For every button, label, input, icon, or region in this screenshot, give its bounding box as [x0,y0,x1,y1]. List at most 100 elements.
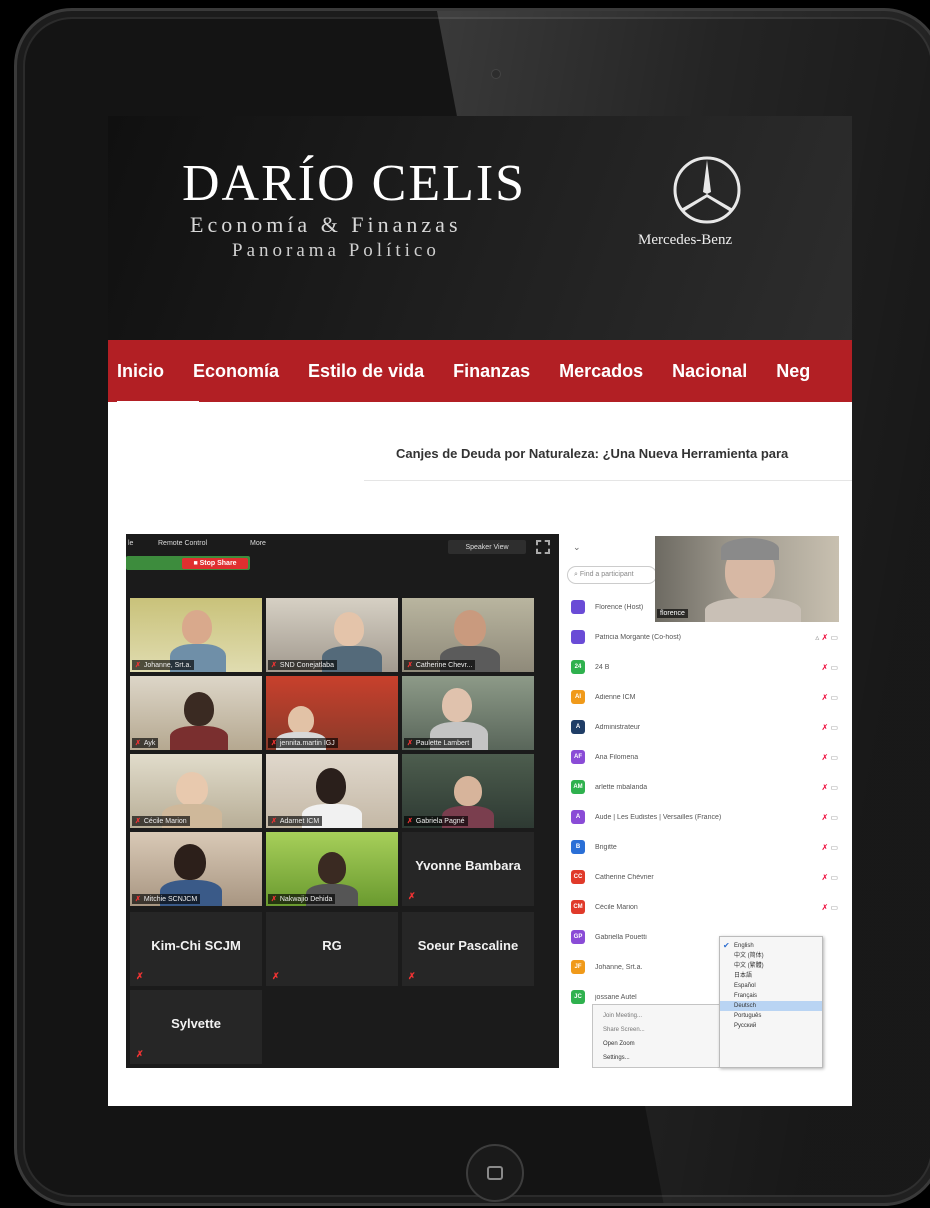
nav-item-inicio[interactable]: Inicio [117,361,200,402]
participant-name: Catherine Chévrier [595,873,654,881]
sponsor-name: Mercedes-Benz [638,232,733,248]
participant-name: Ayk [143,740,156,747]
video-tile[interactable]: ✗ Johanne, Srt.a. [130,598,262,672]
participant-avatar: AF [571,750,585,764]
zoom-gallery-view: le Remote Control More ■ Stop Share Spea… [126,534,559,1068]
participant-name: 24 B [595,663,610,671]
language-option[interactable]: Русский [720,1021,822,1031]
participant-status-icons: ✗ ▭ [821,872,838,882]
participant-name: Nakwajio Dehida [279,896,333,903]
nav-item-nacional[interactable]: Nacional [672,361,747,382]
participant-status-icons: ▵ ✗ ▭ [815,632,838,642]
collapse-chevron-icon[interactable]: ⌄ [573,542,581,553]
toolbar-menu-remote-control[interactable]: Remote Control [158,540,207,547]
news-ticker-headline[interactable]: Canjes de Deuda por Naturaleza: ¿Una Nue… [396,446,788,461]
language-option[interactable]: Français [720,991,822,1001]
language-option[interactable]: 中文 (简体) [720,951,822,961]
participant-avatar: AM [571,780,585,794]
participant-row[interactable]: A Aude | Les Eudistes | Versailles (Fran… [567,802,852,832]
language-option[interactable]: Português [720,1011,822,1021]
participant-status-icons: ✗ ▭ [821,722,838,732]
video-tile-off[interactable]: Sylvette ✗ [130,990,262,1064]
home-button[interactable] [466,1144,524,1202]
participant-name: Sylvette [171,1016,221,1031]
video-tile[interactable]: ✗ Catherine Chevr... [402,598,534,672]
participant-avatar: CC [571,870,585,884]
video-tile[interactable]: ✗ SND Conejatlaba [266,598,398,672]
nav-item-negocios[interactable]: Neg [776,361,810,382]
participant-avatar: A [571,720,585,734]
language-option-selected[interactable]: Deutsch [720,1001,822,1011]
participant-row[interactable]: CC Catherine Chévrier ✗ ▭ [567,862,852,892]
participant-name: Paulette Lambert [415,740,470,747]
participant-avatar: 24 [571,660,585,674]
context-item-join-meeting[interactable]: Join Meeting... [593,1009,719,1023]
participant-search-input[interactable]: ⌕ Find a participant [567,566,657,584]
toolbar-menu-more[interactable]: More [250,540,266,547]
participant-row[interactable]: 24 24 B ✗ ▭ [567,652,852,682]
nav-item-mercados[interactable]: Mercados [559,361,643,382]
participant-row[interactable]: B Brigitte ✗ ▭ [567,832,852,862]
participant-avatar [571,600,585,614]
participant-avatar: CM [571,900,585,914]
participant-row[interactable]: AI Adienne ICM ✗ ▭ [567,682,852,712]
zoom-meeting-screenshot: le Remote Control More ■ Stop Share Spea… [126,534,852,1068]
toolbar-menu-share[interactable]: le [128,540,133,547]
participant-name: Mitchie SCNJCM [143,896,198,903]
participant-row[interactable]: Patricia Morgante (Co-host) ▵ ✗ ▭ [567,622,852,652]
stop-share-button[interactable]: ■ Stop Share [182,558,248,569]
participant-row[interactable]: AF Ana Filomena ✗ ▭ [567,742,852,772]
participant-row[interactable]: A Administrateur ✗ ▭ [567,712,852,742]
participant-name: RG [322,938,342,953]
participant-row[interactable]: Florence (Host) [567,592,852,622]
participant-name: Johanne, Srt.a. [143,662,192,669]
participant-row[interactable]: AM arlette mbalanda ✗ ▭ [567,772,852,802]
video-tile-off[interactable]: Kim-Chi SCJM ✗ [130,912,262,986]
front-camera [491,69,501,79]
speaker-view-button[interactable]: Speaker View [448,540,526,554]
brand-subtitle-2: Panorama Político [232,240,440,261]
language-option[interactable]: ✔ English [720,941,822,951]
language-option[interactable]: Español [720,981,822,991]
video-tile[interactable]: ✗ Nakwajio Dehida [266,832,398,906]
site-masthead: DARÍO CELIS Economía & Finanzas Panorama… [108,116,852,340]
video-tile-off[interactable]: Yvonne Bambara ✗ [402,832,534,906]
context-item-settings[interactable]: Settings... [593,1051,719,1065]
video-tile-off[interactable]: RG ✗ [266,912,398,986]
participant-name: Administrateur [595,723,641,731]
video-tile[interactable]: ✗ jennita.martin IGJ [266,676,398,750]
context-item-open-zoom[interactable]: Open Zoom [593,1037,719,1051]
participant-name: Cécile Marion [595,903,638,911]
nav-item-estilo-de-vida[interactable]: Estilo de vida [308,361,424,382]
participant-name: jennita.martin IGJ [279,740,335,747]
mercedes-star-icon[interactable] [671,154,743,226]
participant-name: Soeur Pascaline [417,938,519,953]
tray-context-menu: Join Meeting... Share Screen... Open Zoo… [592,1004,720,1068]
fullscreen-icon[interactable] [536,540,550,554]
language-option[interactable]: 日本語 [720,971,822,981]
video-tile[interactable]: ✗ Cécile Marion [130,754,262,828]
video-tile[interactable]: ✗ Adarnet ICM [266,754,398,828]
participant-name: Patricia Morgante (Co-host) [595,633,681,641]
nav-item-finanzas[interactable]: Finanzas [453,361,530,382]
video-tile-off[interactable]: Soeur Pascaline ✗ [402,912,534,986]
context-item-share-screen[interactable]: Share Screen... [593,1023,719,1037]
language-option[interactable]: 中文 (繁體) [720,961,822,971]
video-tile[interactable]: ✗ Ayk [130,676,262,750]
participant-status-icons: ✗ ▭ [821,812,838,822]
video-tile[interactable]: ✗ Paulette Lambert [402,676,534,750]
participant-name: Cécile Marion [143,818,187,825]
participant-avatar: GP [571,930,585,944]
muted-icon: ✗ [408,971,416,981]
participant-row[interactable]: CM Cécile Marion ✗ ▭ [567,892,852,922]
participant-status-icons: ✗ ▭ [821,842,838,852]
participant-name: Adienne ICM [595,693,636,701]
video-tile[interactable]: ✗ Mitchie SCNJCM [130,832,262,906]
participant-name: Gabriela Pagné [415,818,465,825]
zoom-toolbar: le Remote Control More ■ Stop Share Spea… [126,534,559,574]
video-tile[interactable]: ✗ Gabriela Pagné [402,754,534,828]
nav-item-economia[interactable]: Economía [193,361,279,382]
participant-status-icons: ✗ ▭ [821,902,838,912]
home-square-icon [487,1166,503,1180]
brand-title[interactable]: DARÍO CELIS [182,154,526,213]
